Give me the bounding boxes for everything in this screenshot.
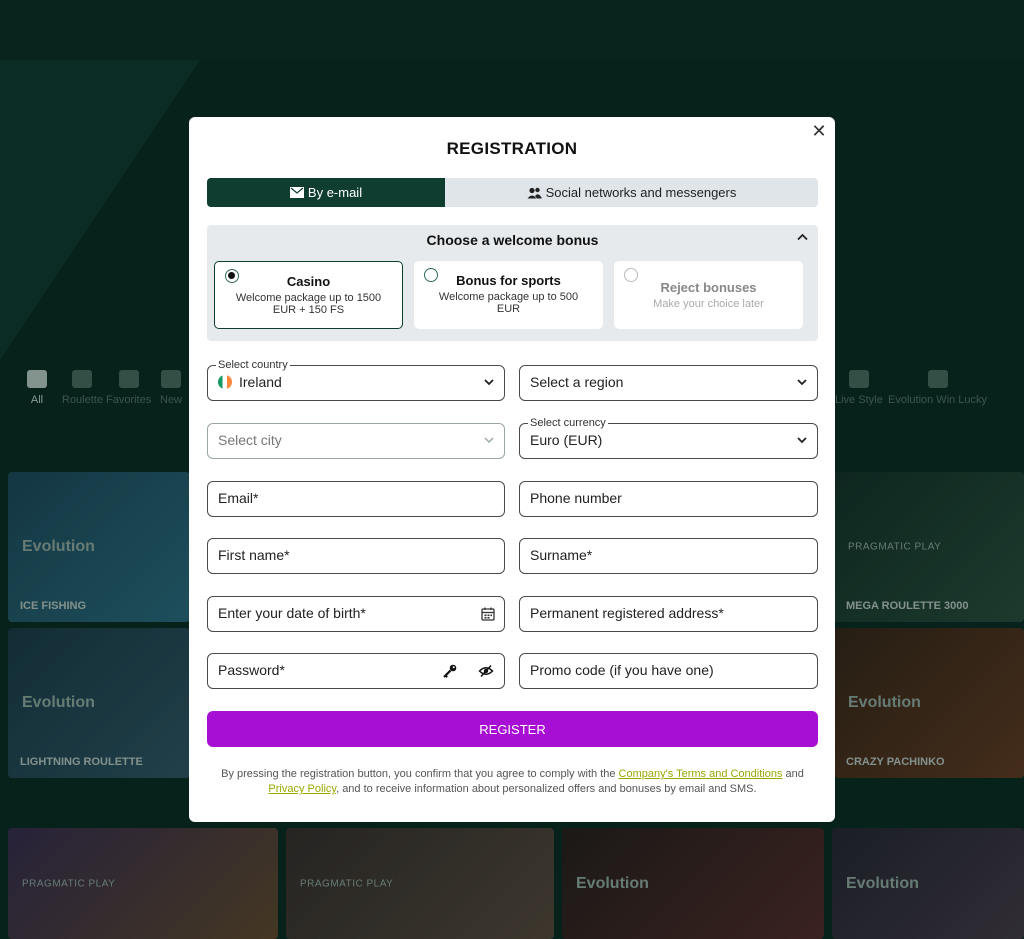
registration-modal: ✕ REGISTRATION By e-mail Social networks… [189,117,835,822]
surname-field[interactable]: Surname* [519,538,818,574]
ireland-flag-icon [218,375,232,389]
radio-reject[interactable] [624,268,638,282]
radio-casino[interactable] [225,269,239,283]
radio-sports[interactable] [424,268,438,282]
key-icon[interactable] [442,663,458,679]
country-value: Ireland [239,374,282,390]
chevron-down-icon [797,437,807,444]
register-button[interactable]: REGISTER [207,711,818,747]
chevron-down-icon [484,437,494,444]
country-select[interactable]: Select country Ireland [207,359,505,401]
users-icon [527,187,542,198]
registration-tabs: By e-mail Social networks and messengers [207,178,818,207]
password-field[interactable]: Password* [207,653,505,689]
close-icon[interactable]: ✕ [809,121,829,141]
currency-value: Euro (EUR) [530,432,603,448]
region-select[interactable]: Select a region [519,365,818,401]
envelope-icon [289,187,304,198]
terms-link[interactable]: Company's Terms and Conditions [619,768,783,780]
bonus-panel-title: Choose a welcome bonus [426,232,599,248]
address-field[interactable]: Permanent registered address* [519,596,818,632]
tab-social-networks[interactable]: Social networks and messengers [445,178,818,207]
city-select[interactable]: Select city [207,423,505,459]
date-of-birth-field[interactable]: Enter your date of birth* [207,596,505,632]
tab-by-email[interactable]: By e-mail [207,178,445,207]
chevron-up-icon[interactable] [797,233,808,241]
modal-title: REGISTRATION [446,139,578,158]
legal-notice: By pressing the registration button, you… [221,768,804,795]
chevron-down-icon [797,379,807,386]
bonus-option-casino[interactable]: Casino Welcome package up to 1500 EUR + … [214,261,403,329]
privacy-policy-link[interactable]: Privacy Policy [268,783,336,795]
phone-field[interactable]: Phone number [519,481,818,517]
promo-code-field[interactable]: Promo code (if you have one) [519,653,818,689]
currency-select[interactable]: Select currency Euro (EUR) [519,417,818,459]
eye-off-icon[interactable] [478,663,494,679]
welcome-bonus-panel: Choose a welcome bonus Casino Welcome pa… [207,225,818,341]
bonus-option-reject[interactable]: Reject bonuses Make your choice later [614,261,803,329]
bonus-option-sports[interactable]: Bonus for sports Welcome package up to 5… [414,261,603,329]
email-field[interactable]: Email* [207,481,505,517]
first-name-field[interactable]: First name* [207,538,505,574]
calendar-icon[interactable] [480,606,496,622]
chevron-down-icon [484,379,494,386]
